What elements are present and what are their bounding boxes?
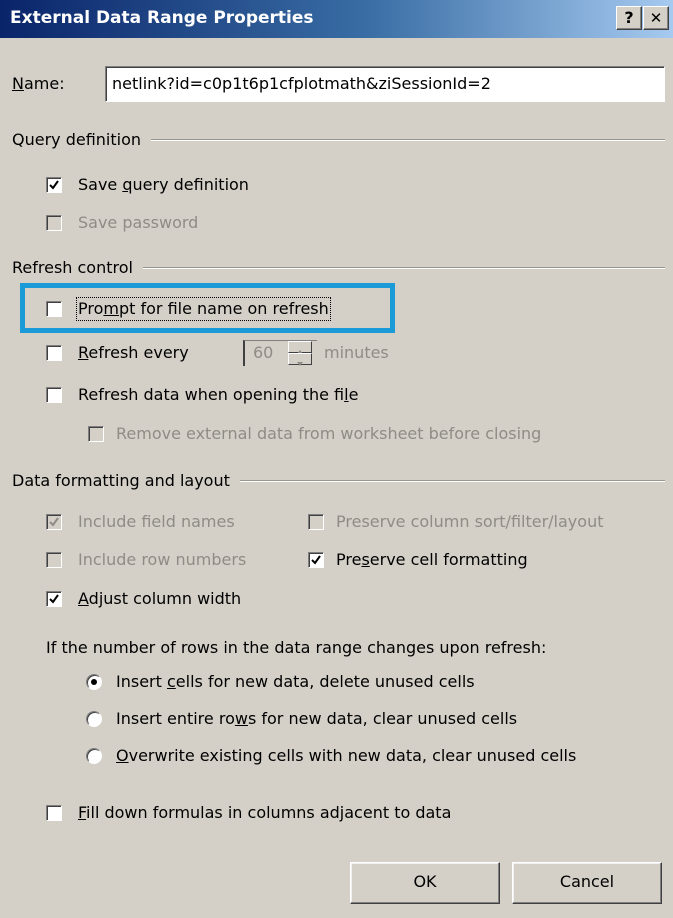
save-password-label: Save password: [78, 213, 199, 232]
adjust-column-width-checkbox[interactable]: [46, 591, 62, 607]
group-divider: [239, 480, 665, 482]
refresh-minutes-value: 60: [253, 343, 274, 362]
overwrite-label[interactable]: Overwrite existing cells with new data, …: [116, 746, 576, 766]
title-bar[interactable]: External Data Range Properties ? ✕: [0, 0, 673, 38]
ok-button[interactable]: OK: [350, 862, 500, 904]
rows-change-prompt: If the number of rows in the data range …: [46, 638, 547, 657]
spin-down-button: [288, 353, 312, 366]
prompt-file-label[interactable]: Prompt for file name on refresh: [76, 297, 331, 321]
adjust-column-width-label[interactable]: Adjust column width: [78, 589, 241, 609]
overwrite-radio[interactable]: [86, 748, 102, 764]
fill-down-label[interactable]: Fill down formulas in columns adjacent t…: [78, 803, 451, 823]
radio-dot: [91, 679, 97, 685]
data-formatting-group: Data formatting and layout: [12, 471, 665, 491]
refresh-every-checkbox[interactable]: [46, 345, 62, 361]
preserve-sort-label: Preserve column sort/filter/layout: [336, 512, 604, 531]
preserve-cell-formatting-checkbox[interactable]: [308, 552, 324, 568]
include-row-numbers-label: Include row numbers: [78, 550, 247, 569]
save-query-checkbox[interactable]: [46, 177, 62, 193]
checkmark-icon: [311, 555, 321, 565]
refresh-control-group: Refresh control: [12, 258, 665, 278]
query-definition-heading: Query definition: [12, 130, 142, 149]
name-input-value: netlink?id=c0p1t6p1cfplotmath&ziSessionI…: [112, 74, 491, 93]
include-row-numbers-checkbox: [46, 552, 62, 568]
insert-cells-label[interactable]: Insert cells for new data, delete unused…: [116, 672, 475, 692]
prompt-file-checkbox[interactable]: [46, 301, 62, 317]
preserve-sort-checkbox: [308, 514, 324, 530]
save-query-label[interactable]: Save query definition: [78, 175, 249, 195]
refresh-on-open-label[interactable]: Refresh data when opening the file: [78, 385, 358, 405]
insert-rows-label[interactable]: Insert entire rows for new data, clear u…: [116, 709, 517, 729]
remove-external-checkbox: [88, 426, 104, 442]
help-button[interactable]: ?: [616, 6, 642, 30]
window-title: External Data Range Properties: [10, 8, 314, 28]
data-formatting-heading: Data formatting and layout: [12, 471, 230, 490]
cancel-button[interactable]: Cancel: [512, 862, 662, 904]
refresh-every-label[interactable]: Refresh every: [78, 343, 189, 363]
arrow-down-icon: [297, 362, 303, 366]
insert-rows-radio[interactable]: [86, 711, 102, 727]
checkmark-icon: [49, 180, 59, 190]
include-field-names-checkbox: [46, 514, 62, 530]
name-input[interactable]: netlink?id=c0p1t6p1cfplotmath&ziSessionI…: [105, 66, 665, 102]
group-divider: [142, 267, 665, 269]
save-password-checkbox: [46, 215, 62, 231]
name-label: Name:: [12, 74, 65, 93]
include-field-names-label: Include field names: [78, 512, 235, 531]
group-divider: [151, 139, 665, 141]
checkmark-icon: [49, 594, 59, 604]
insert-cells-radio[interactable]: [86, 674, 102, 690]
fill-down-checkbox[interactable]: [46, 805, 62, 821]
remove-external-label: Remove external data from worksheet befo…: [116, 424, 542, 443]
checkmark-icon: [49, 517, 59, 527]
query-definition-group: Query definition: [12, 130, 665, 150]
refresh-control-heading: Refresh control: [12, 258, 133, 277]
refresh-on-open-checkbox[interactable]: [46, 387, 62, 403]
minutes-label: minutes: [324, 343, 389, 362]
preserve-cell-formatting-label[interactable]: Preserve cell formatting: [336, 550, 528, 570]
spin-up-button: [288, 341, 312, 354]
close-button[interactable]: ✕: [643, 6, 669, 30]
